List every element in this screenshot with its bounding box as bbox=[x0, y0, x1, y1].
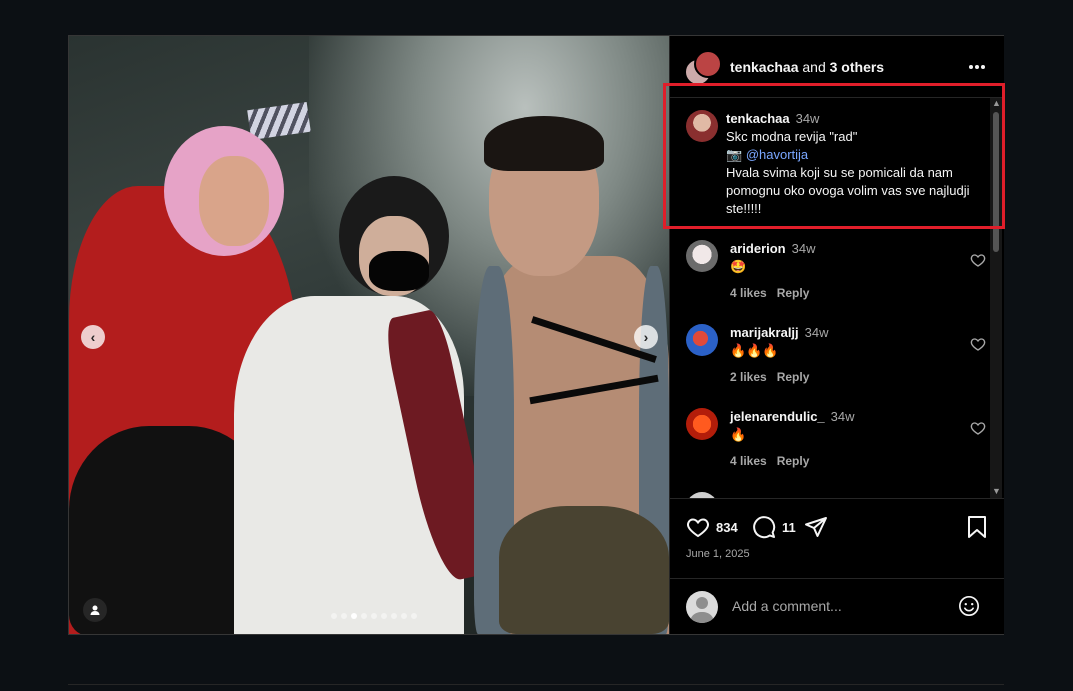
caption-username[interactable]: tenkachaa bbox=[726, 111, 790, 126]
reply-button[interactable]: Reply bbox=[777, 370, 810, 384]
carousel-next-button[interactable]: › bbox=[634, 325, 658, 349]
comment-time: 34w bbox=[804, 325, 829, 340]
photo-person-1-face bbox=[199, 156, 269, 246]
send-icon bbox=[805, 517, 827, 537]
avatar bbox=[694, 50, 722, 78]
comment-item: ariderion 34w 🤩 4 likes Reply bbox=[686, 240, 986, 314]
scroll-up-icon[interactable]: ▲ bbox=[992, 98, 1001, 108]
carousel-dot bbox=[371, 613, 377, 619]
photo-person-2-mask bbox=[369, 251, 429, 291]
avatar[interactable] bbox=[686, 110, 718, 142]
caption-text: tenkachaa 34w Skc modna revija "rad" 📷 @h… bbox=[726, 110, 986, 218]
carousel-dot bbox=[411, 613, 417, 619]
caption-line: Skc modna revija "rad" bbox=[726, 129, 858, 144]
collab-avatars[interactable] bbox=[684, 50, 722, 86]
carousel-dots bbox=[331, 613, 417, 619]
comment-username[interactable]: jelenarendulic_ bbox=[730, 409, 825, 424]
avatar[interactable] bbox=[686, 240, 718, 272]
comment-input[interactable] bbox=[730, 597, 934, 615]
photo-person-3-hair bbox=[484, 116, 604, 171]
default-avatar-icon bbox=[690, 597, 714, 623]
comment-likes[interactable]: 4 likes bbox=[730, 286, 767, 300]
reply-button[interactable]: Reply bbox=[777, 454, 810, 468]
heart-icon[interactable] bbox=[970, 420, 986, 436]
caption-time: 34w bbox=[795, 111, 820, 126]
save-button[interactable] bbox=[966, 515, 988, 539]
divider bbox=[68, 684, 1004, 685]
comment-text: 🔥🔥🔥 bbox=[730, 343, 779, 358]
like-button[interactable]: 834 bbox=[686, 515, 738, 539]
post-container: ‹ › tenkachaa and 3 others tenkachaa 34w… bbox=[68, 35, 1005, 635]
caption-mention-link[interactable]: @havortija bbox=[746, 147, 808, 162]
comment-button[interactable]: 11 bbox=[752, 515, 796, 539]
share-button[interactable] bbox=[804, 515, 828, 539]
comment-item: jelenarendulic_ 34w 🔥 4 likes Reply bbox=[686, 408, 986, 482]
bookmark-icon bbox=[968, 516, 986, 538]
carousel-prev-button[interactable]: ‹ bbox=[81, 325, 105, 349]
carousel-dot bbox=[341, 613, 347, 619]
avatar[interactable] bbox=[686, 324, 718, 356]
avatar[interactable] bbox=[686, 408, 718, 440]
carousel-dot bbox=[361, 613, 367, 619]
carousel-dot bbox=[391, 613, 397, 619]
post-authors[interactable]: tenkachaa and 3 others bbox=[730, 59, 884, 75]
comment-item: marijakraljj 34w 🔥🔥🔥 2 likes Reply bbox=[686, 324, 986, 398]
heart-icon[interactable] bbox=[970, 336, 986, 352]
more-horizontal-icon[interactable] bbox=[968, 64, 986, 70]
comment-time: 34w bbox=[791, 241, 816, 256]
camera-emoji: 📷 bbox=[726, 147, 743, 162]
heart-icon bbox=[687, 518, 709, 538]
comments-list[interactable]: tenkachaa 34w Skc modna revija "rad" 📷 @h… bbox=[670, 98, 990, 498]
reply-button[interactable]: Reply bbox=[777, 286, 810, 300]
caption-line: Hvala svima koji su se pomicali da nam p… bbox=[726, 165, 970, 216]
photo-ceiling-lamp bbox=[247, 101, 311, 141]
comment-likes[interactable]: 4 likes bbox=[730, 454, 767, 468]
photo-person-3-pants bbox=[499, 506, 669, 634]
others-link[interactable]: 3 others bbox=[830, 59, 884, 75]
comment-composer bbox=[670, 578, 1004, 635]
comment-likes[interactable]: 2 likes bbox=[730, 370, 767, 384]
post-header: tenkachaa and 3 others bbox=[670, 36, 1004, 98]
scrollbar-thumb[interactable] bbox=[993, 112, 999, 252]
comments-scrollbar[interactable]: ▲ ▼ bbox=[990, 98, 1002, 498]
emoji-icon[interactable] bbox=[958, 595, 980, 617]
post-photo[interactable]: ‹ › bbox=[69, 36, 669, 634]
carousel-dot bbox=[381, 613, 387, 619]
avatar bbox=[686, 591, 718, 623]
comment-count[interactable]: 11 bbox=[782, 520, 796, 535]
tagged-users-button[interactable] bbox=[83, 598, 107, 622]
comment-username[interactable]: ariderion bbox=[730, 241, 786, 256]
scroll-down-icon[interactable]: ▼ bbox=[992, 486, 1001, 496]
post-actions: 834 11 June 1, 2025 bbox=[670, 498, 1004, 579]
like-count[interactable]: 834 bbox=[716, 520, 738, 535]
authors-connector: and bbox=[798, 59, 830, 75]
heart-icon[interactable] bbox=[970, 252, 986, 268]
post-date[interactable]: June 1, 2025 bbox=[686, 548, 750, 560]
comment-text: 🤩 bbox=[730, 259, 747, 274]
comment-time: 34w bbox=[830, 409, 855, 424]
user-icon bbox=[90, 605, 100, 615]
comment-icon bbox=[753, 516, 776, 539]
comment-text: 🔥 bbox=[730, 427, 747, 442]
comment-username[interactable]: marijakraljj bbox=[730, 325, 799, 340]
author-username[interactable]: tenkachaa bbox=[730, 59, 798, 75]
carousel-dot bbox=[351, 613, 357, 619]
carousel-dot bbox=[401, 613, 407, 619]
carousel-dot bbox=[331, 613, 337, 619]
post-sidebar: tenkachaa and 3 others tenkachaa 34w Skc … bbox=[669, 36, 1004, 634]
